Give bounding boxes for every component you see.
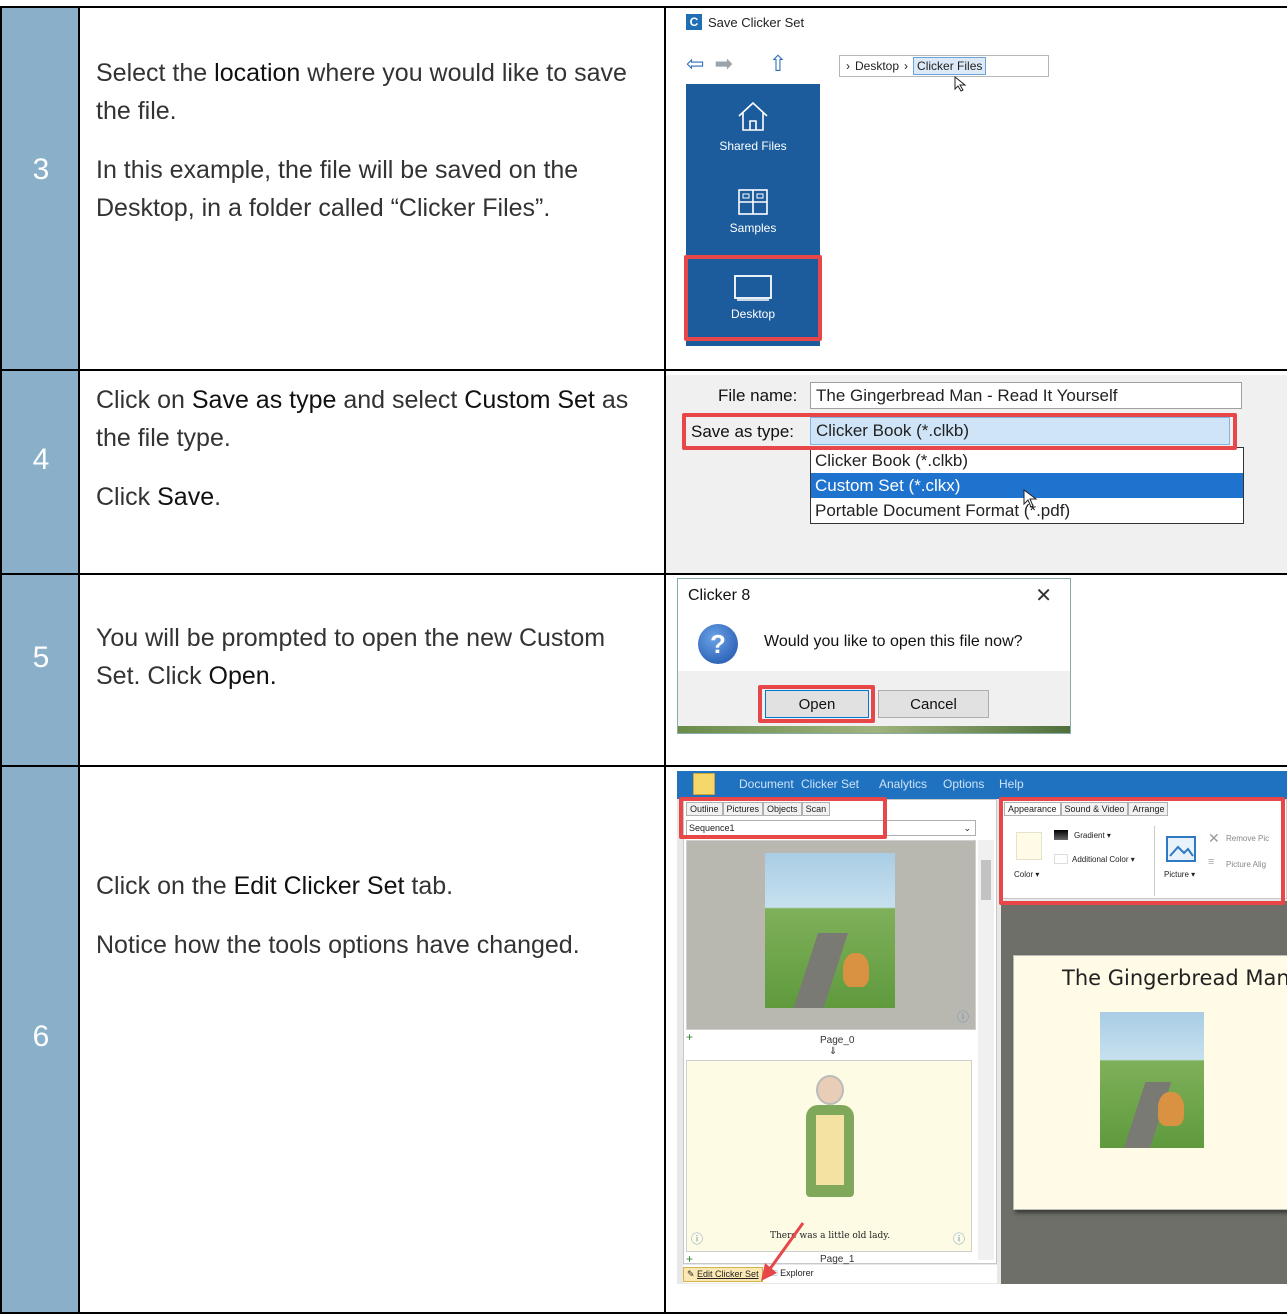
- preview-area: The Gingerbread Man: [1001, 901, 1287, 1284]
- step-number: 3: [32, 153, 50, 186]
- home-icon: [738, 101, 768, 131]
- previous-arrow-icon[interactable]: ⓘ: [691, 1230, 703, 1247]
- gingerbread-figure: [843, 953, 869, 987]
- cancel-button[interactable]: Cancel: [878, 690, 989, 718]
- file-type-dropdown: Clicker Book (*.clkb) Custom Set (*.clkx…: [810, 447, 1244, 524]
- highlight-box: [999, 797, 1285, 905]
- prompt-dialog-screenshot: Clicker 8 ✕ ? Would you like to open thi…: [677, 578, 1071, 734]
- forward-arrow-icon[interactable]: ➡: [714, 51, 732, 77]
- top-strip: [666, 371, 1287, 375]
- menu-item[interactable]: Options: [943, 777, 984, 791]
- highlight-box: [684, 255, 822, 341]
- step-paragraph: Notice how the tools options have change…: [96, 931, 580, 959]
- highlight-box: [679, 797, 887, 839]
- step-number: 4: [32, 443, 50, 476]
- step-number-cell: 5: [0, 575, 80, 765]
- question-icon: ?: [698, 624, 738, 664]
- dropdown-option[interactable]: Clicker Book (*.clkb): [811, 448, 1243, 473]
- add-icon[interactable]: +: [686, 1030, 693, 1044]
- step-number: 5: [32, 641, 50, 674]
- gingerbread-figure: [1158, 1092, 1184, 1126]
- step-instructions: You will be prompted to open the new Cus…: [96, 619, 636, 716]
- menu-item[interactable]: Clicker Set: [801, 777, 859, 791]
- step-paragraph: Select the location where you would like…: [96, 59, 627, 125]
- page-label: Page_0: [820, 1035, 855, 1046]
- up-arrow-icon[interactable]: ⇧: [769, 51, 787, 77]
- left-panel: Outline Pictures Objects Scan Sequence1 ⌄…: [683, 799, 997, 1266]
- down-arrow-icon: ⇓: [829, 1046, 838, 1057]
- editor-screenshot: Document Clicker Set Analytics Options H…: [677, 771, 1287, 1284]
- step-row-4: 4 Click on Save as type and select Custo…: [0, 369, 1287, 573]
- step-paragraph: Click Save.: [96, 483, 222, 511]
- cursor-icon: [954, 76, 967, 92]
- step-paragraph: You will be prompted to open the new Cus…: [96, 624, 606, 690]
- path-shape: [792, 933, 848, 1008]
- step-number-cell: 6: [0, 767, 80, 1314]
- next-arrow-icon[interactable]: ⓘ: [957, 1008, 969, 1025]
- step-instructions: Click on Save as type and select Custom …: [96, 381, 656, 537]
- file-name-label: File name:: [718, 386, 798, 405]
- sidebar-item-shared-files[interactable]: Shared Files: [686, 98, 820, 153]
- chevron-right-icon: ›: [846, 59, 850, 73]
- sidebar-item-samples[interactable]: Samples: [686, 188, 820, 235]
- step-number-cell: 3: [0, 8, 80, 369]
- step-paragraph: Click on the Edit Clicker Set tab.: [96, 872, 454, 900]
- scrollbar[interactable]: [978, 840, 994, 1260]
- cursor-icon: [1023, 489, 1038, 508]
- highlight-box: [758, 685, 875, 723]
- save-dialog-screenshot: C Save Clicker Set ⇦ ➡ ⇧ › Desktop › Cli…: [666, 8, 1287, 369]
- scrollbar-thumb[interactable]: [981, 860, 991, 900]
- breadcrumb-item[interactable]: Clicker Files: [913, 57, 987, 75]
- page-tile[interactable]: There was a little old lady. ⓘ ⓘ: [686, 1060, 972, 1252]
- add-icon[interactable]: +: [686, 1252, 693, 1266]
- menu-item[interactable]: Analytics: [879, 777, 927, 791]
- step-row-5: 5 You will be prompted to open the new C…: [0, 573, 1287, 765]
- step-instructions: Click on the Edit Clicker Set tab. Notic…: [96, 867, 636, 985]
- illustration-image: [1100, 1012, 1204, 1148]
- instruction-table: 3 Select the location where you would li…: [0, 0, 1287, 1314]
- page-tile[interactable]: ⓘ: [686, 840, 976, 1030]
- navigation-bar: ⇦ ➡ ⇧ › Desktop › Clicker Files: [686, 46, 1049, 92]
- page-caption: There was a little old lady.: [769, 1231, 891, 1241]
- menu-item[interactable]: Help: [999, 777, 1024, 791]
- step-paragraph: Click on Save as type and select Custom …: [96, 386, 629, 452]
- column-divider: [664, 575, 666, 765]
- window-title: C Save Clicker Set: [686, 11, 804, 33]
- illustration-image: [765, 853, 895, 1008]
- step-row-3: 3 Select the location where you would li…: [0, 6, 1287, 369]
- file-type-screenshot: File name: The Gingerbread Man - Read It…: [666, 371, 1287, 573]
- breadcrumb[interactable]: › Desktop › Clicker Files: [839, 55, 1049, 77]
- next-arrow-icon[interactable]: ⓘ: [953, 1230, 965, 1247]
- grid-icon: [738, 189, 768, 215]
- step-number-cell: 4: [0, 371, 80, 573]
- column-divider: [664, 767, 666, 1314]
- step-paragraph: In this example, the file will be saved …: [96, 156, 579, 222]
- tab-edit-clicker-set[interactable]: ✎ Edit Clicker Set: [683, 1266, 763, 1282]
- preview-card: The Gingerbread Man: [1013, 955, 1287, 1210]
- pointer-arrow-icon: [761, 1222, 805, 1281]
- preview-title: The Gingerbread Man: [1062, 966, 1287, 990]
- step-row-6: 6 Click on the Edit Clicker Set tab. Not…: [0, 765, 1287, 1314]
- back-arrow-icon[interactable]: ⇦: [686, 51, 704, 77]
- old-lady-figure: [802, 1075, 858, 1225]
- menu-item[interactable]: Document: [739, 777, 794, 791]
- chevron-down-icon: ⌄: [963, 823, 971, 833]
- step-number: 6: [32, 1020, 50, 1053]
- dialog-title: Clicker 8: [688, 587, 751, 604]
- background-strip: [678, 726, 1070, 733]
- close-icon[interactable]: ✕: [1035, 583, 1052, 608]
- file-name-input[interactable]: The Gingerbread Man - Read It Yourself: [810, 382, 1242, 409]
- step-instructions: Select the location where you would like…: [96, 54, 656, 248]
- bottom-tab-bar: ✎ Edit Clicker Set 🗀 Explorer: [683, 1265, 997, 1283]
- dialog-message: Would you like to open this file now?: [764, 633, 1023, 650]
- chevron-right-icon: ›: [904, 59, 909, 73]
- menu-bar: Document Clicker Set Analytics Options H…: [677, 771, 1287, 799]
- highlight-box: [682, 413, 1237, 450]
- clicker-logo-icon: C: [686, 14, 702, 30]
- folder-icon[interactable]: [693, 773, 715, 795]
- breadcrumb-item[interactable]: Desktop: [855, 59, 899, 73]
